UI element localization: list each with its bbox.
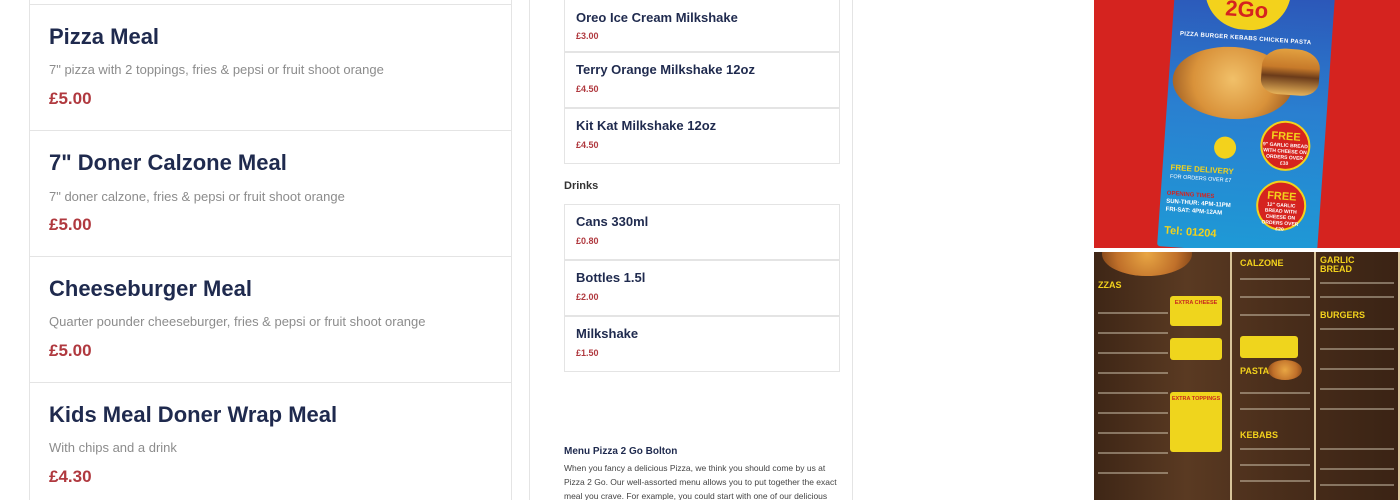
board-text-line: [1098, 312, 1168, 314]
meal-card[interactable]: Kids Meal Doner Wrap Meal With chips and…: [30, 382, 511, 500]
board-text-line: [1320, 328, 1394, 330]
board-text-line: [1240, 448, 1310, 450]
board-text-line: [1320, 296, 1394, 298]
badge-text: 12" GARLIC BREAD WITH CHEESE ON ORDERS O…: [1261, 201, 1299, 233]
item-price: £0.80: [576, 236, 599, 246]
item-name: Bottles 1.5l: [576, 270, 646, 285]
board-heading: PASTA: [1240, 366, 1270, 376]
flyer-photo[interactable]: 2Go PIZZA BURGER KEBABS CHICKEN PASTA FR…: [1094, 0, 1400, 248]
item-price: £2.00: [576, 292, 599, 302]
menu-item-card[interactable]: Bottles 1.5l £2.00: [564, 260, 840, 316]
pasta-image: [1268, 360, 1302, 380]
board-text-line: [1098, 332, 1168, 334]
burger-image: [1259, 47, 1322, 97]
board-highlight: EXTRA TOPPINGS: [1170, 392, 1222, 452]
board-text-line: [1098, 472, 1168, 474]
about-text: When you fancy a delicious Pizza, we thi…: [564, 463, 837, 500]
item-name: Terry Orange Milkshake 12oz: [576, 62, 755, 77]
board-heading: BURGERS: [1320, 310, 1366, 320]
board-text-line: [1320, 348, 1394, 350]
board-text-line: [1320, 468, 1394, 470]
smiley-icon: [1213, 135, 1237, 160]
board-heading: CALZONE: [1240, 258, 1284, 268]
item-name: Kit Kat Milkshake 12oz: [576, 118, 717, 133]
board-text-line: [1240, 314, 1310, 316]
item-price: £3.00: [576, 31, 599, 41]
item-name: Cans 330ml: [576, 214, 649, 229]
item-price: £1.50: [576, 348, 599, 358]
board-text-line: [1240, 278, 1310, 280]
board-highlight: [1240, 336, 1298, 358]
flyer-card: 2Go PIZZA BURGER KEBABS CHICKEN PASTA FR…: [1157, 0, 1335, 248]
item-price: £4.50: [576, 140, 599, 150]
meal-price: £5.00: [49, 89, 92, 108]
board-text-line: [1320, 408, 1394, 410]
board-text-line: [1098, 392, 1168, 394]
board-text-line: [1240, 480, 1310, 482]
item-name: Oreo Ice Cream Milkshake: [576, 10, 738, 25]
board-text-line: [1240, 408, 1310, 410]
board-highlight-label: EXTRA CHEESE: [1174, 300, 1218, 306]
menu-item-card[interactable]: Kit Kat Milkshake 12oz £4.50: [564, 108, 840, 164]
board-text-line: [1098, 372, 1168, 374]
board-text-line: [1098, 432, 1168, 434]
board-text-line: [1240, 392, 1310, 394]
section-heading-drinks: Drinks: [564, 180, 599, 192]
meal-description: With chips and a drink: [49, 440, 177, 455]
board-heading: GARLIC BREAD: [1320, 255, 1355, 274]
menu-items-column: Oreo Ice Cream Milkshake £3.00 Terry Ora…: [529, 0, 853, 500]
board-text-line: [1098, 352, 1168, 354]
board-text-line: [1320, 388, 1394, 390]
free-garlic-bread-badge: FREE 9" GARLIC BREAD WITH CHEESE ON ORDE…: [1258, 119, 1313, 173]
board-text-line: [1240, 296, 1310, 298]
meal-description: 7" doner calzone, fries & pepsi or fruit…: [49, 189, 345, 204]
meal-card[interactable]: Pizza Meal 7" pizza with 2 toppings, fri…: [30, 4, 511, 130]
board-text-line: [1098, 412, 1168, 414]
about-title: Menu Pizza 2 Go Bolton: [564, 446, 678, 457]
opening-times: OPENING TIMES SUN-THUR: 4PM-11PM FRI-SAT…: [1165, 190, 1231, 218]
flyer-telephone: Tel: 01204: [1163, 224, 1217, 241]
flyer-categories: PIZZA BURGER KEBABS CHICKEN PASTA: [1179, 31, 1312, 47]
meal-card[interactable]: 7" Doner Calzone Meal 7" doner calzone, …: [30, 130, 511, 256]
board-highlight: [1170, 338, 1222, 360]
meal-name: Pizza Meal: [49, 24, 160, 49]
item-name: Milkshake: [576, 326, 639, 341]
meal-description: Quarter pounder cheeseburger, fries & pe…: [49, 314, 426, 329]
meal-name: 7" Doner Calzone Meal: [49, 150, 287, 175]
meal-deals-list: Pizza Meal 7" pizza with 2 toppings, fri…: [29, 0, 512, 500]
meal-price: £5.00: [49, 215, 92, 234]
board-text-line: [1320, 282, 1394, 284]
board-text-line: [1320, 484, 1394, 486]
board-heading: KEBABS: [1240, 430, 1279, 440]
meal-name: Cheeseburger Meal: [49, 276, 252, 301]
menu-page: Pizza Meal 7" pizza with 2 toppings, fri…: [0, 0, 1400, 500]
free-garlic-bread-badge: FREE 12" GARLIC BREAD WITH CHEESE ON ORD…: [1254, 178, 1308, 233]
menu-item-card[interactable]: Oreo Ice Cream Milkshake £3.00: [564, 0, 840, 52]
item-price: £4.50: [576, 84, 599, 94]
badge-text: 9" GARLIC BREAD WITH CHEESE ON ORDERS OV…: [1262, 141, 1308, 168]
board-heading: ZZAS: [1098, 280, 1122, 290]
board-highlight: EXTRA CHEESE: [1170, 296, 1222, 326]
board-text-line: [1240, 464, 1310, 466]
board-column: [1316, 252, 1400, 500]
meal-price: £5.00: [49, 341, 92, 360]
meal-description: 7" pizza with 2 toppings, fries & pepsi …: [49, 62, 384, 77]
meal-price: £4.30: [49, 467, 92, 486]
menu-item-card[interactable]: Terry Orange Milkshake 12oz £4.50: [564, 52, 840, 108]
menu-item-card[interactable]: Cans 330ml £0.80: [564, 204, 840, 260]
flyer-logo: 2Go: [1202, 0, 1292, 33]
meal-name: Kids Meal Doner Wrap Meal: [49, 402, 338, 427]
board-text-line: [1320, 448, 1394, 450]
menu-board-photo[interactable]: ZZAS CALZONE GARLIC BREAD BURGERS PASTA …: [1094, 252, 1400, 500]
board-highlight-label: EXTRA TOPPINGS: [1171, 396, 1221, 402]
board-text-line: [1320, 368, 1394, 370]
menu-item-card[interactable]: Milkshake £1.50: [564, 316, 840, 372]
meal-card[interactable]: Cheeseburger Meal Quarter pounder cheese…: [30, 256, 511, 382]
board-text-line: [1098, 452, 1168, 454]
